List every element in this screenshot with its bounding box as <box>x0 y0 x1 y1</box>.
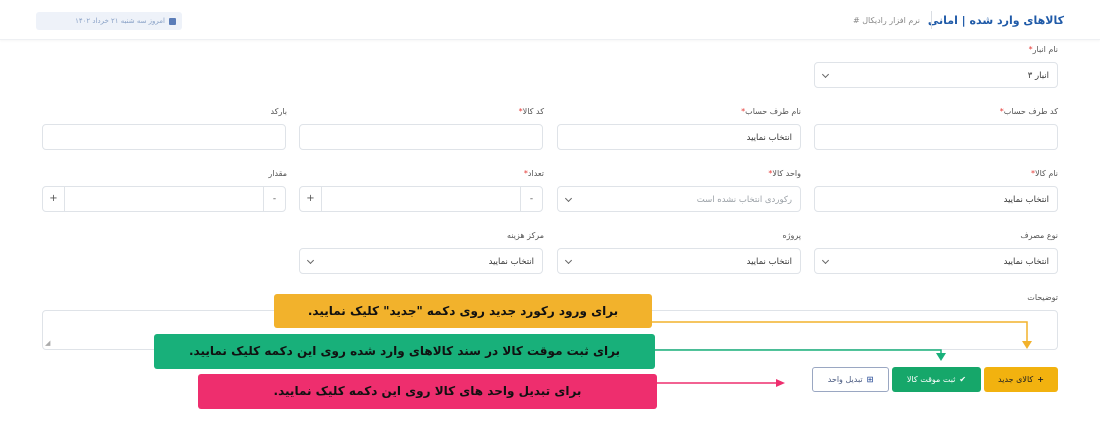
convert-callout-arrowhead <box>776 379 785 387</box>
save-callout-arrowhead <box>936 353 946 361</box>
save-callout-arrow <box>655 349 942 355</box>
callout-temp-save: برای ثبت موقت کالا در سند کالاهای وارد ش… <box>154 334 655 369</box>
new-callout-arrowhead <box>1022 341 1032 349</box>
callout-convert-unit: برای تبدیل واحد های کالا روی این دکمه کل… <box>198 374 657 409</box>
callout-new-record: برای ورود رکورد جدید روی دکمه "جدید" کلی… <box>274 294 652 328</box>
new-callout-arrow <box>652 321 1028 344</box>
